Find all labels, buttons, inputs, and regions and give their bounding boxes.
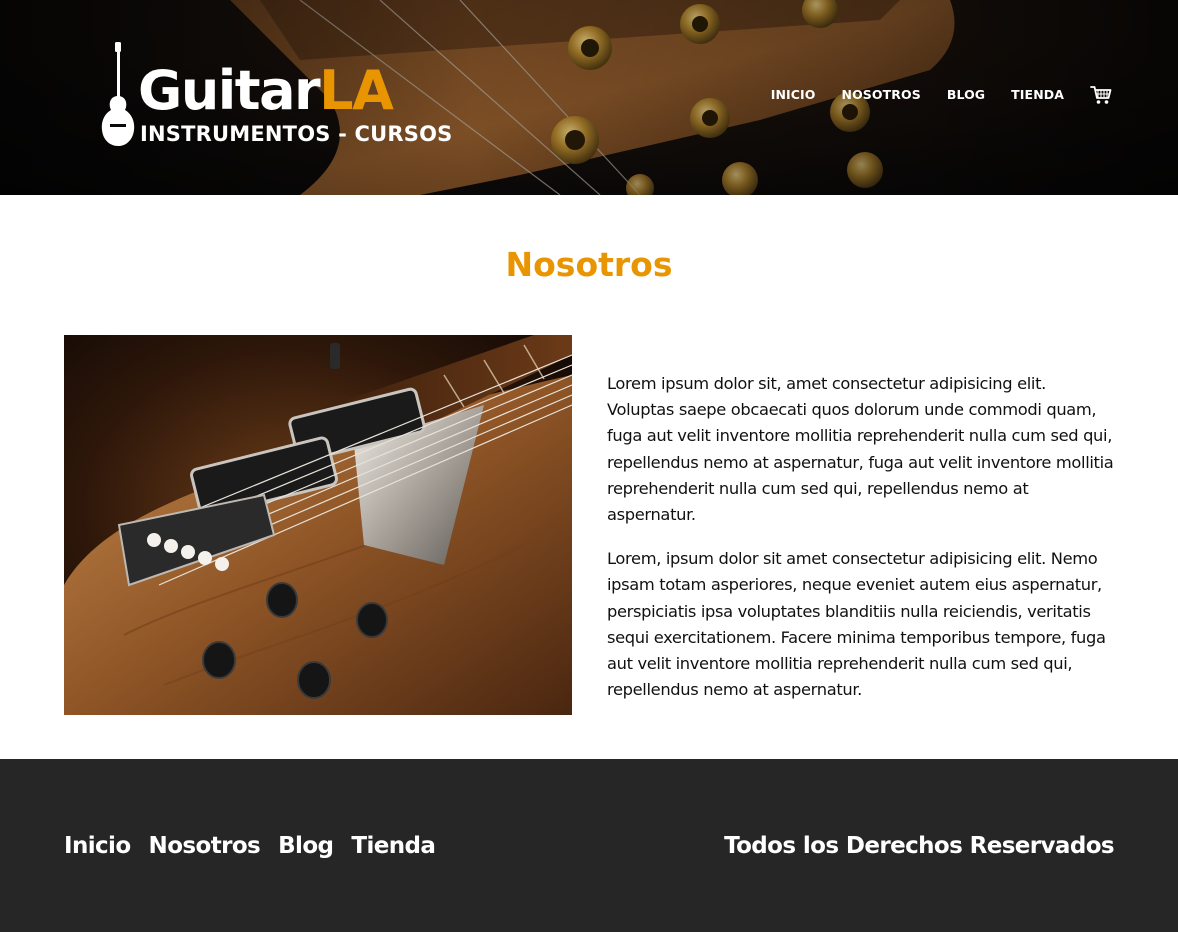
logo[interactable]: GuitarLA INSTRUMENTOS - CURSOS [100, 42, 452, 147]
site-header: GuitarLA INSTRUMENTOS - CURSOS INICIO NO… [0, 0, 1178, 195]
about-paragraph-1: Lorem ipsum dolor sit, amet consectetur … [607, 374, 1114, 525]
about-guitar-image [64, 335, 572, 715]
site-footer: Inicio Nosotros Blog Tienda Todos los De… [0, 759, 1178, 932]
nav-link-nosotros[interactable]: NOSOTROS [842, 85, 921, 105]
footer-link-inicio[interactable]: Inicio [64, 829, 131, 863]
logo-name-main: Guitar [138, 59, 321, 122]
cart-button[interactable] [1090, 85, 1112, 105]
nav-link-blog[interactable]: BLOG [947, 85, 985, 105]
footer-link-nosotros[interactable]: Nosotros [149, 829, 261, 863]
page-title: Nosotros [505, 245, 673, 284]
about-paragraph-2: Lorem, ipsum dolor sit amet consectetur … [607, 549, 1106, 700]
about-text: Lorem ipsum dolor sit, amet consectetur … [607, 371, 1117, 721]
logo-name-accent: LA [319, 59, 394, 122]
logo-wordmark: GuitarLA [138, 56, 394, 126]
nav-link-inicio[interactable]: INICIO [771, 85, 816, 105]
guitar-body-illustration [64, 335, 572, 715]
footer-link-blog[interactable]: Blog [278, 829, 334, 863]
footer-link-tienda[interactable]: Tienda [351, 829, 436, 863]
logo-tagline: INSTRUMENTOS - CURSOS [140, 122, 453, 146]
main-nav: INICIO NOSOTROS BLOG TIENDA [771, 85, 1112, 105]
shopping-cart-icon [1090, 86, 1112, 104]
footer-nav: Inicio Nosotros Blog Tienda [64, 829, 436, 863]
nav-link-tienda[interactable]: TIENDA [1011, 85, 1064, 105]
guitar-icon [101, 42, 135, 146]
copyright-text: Todos los Derechos Reservados [724, 833, 1115, 859]
